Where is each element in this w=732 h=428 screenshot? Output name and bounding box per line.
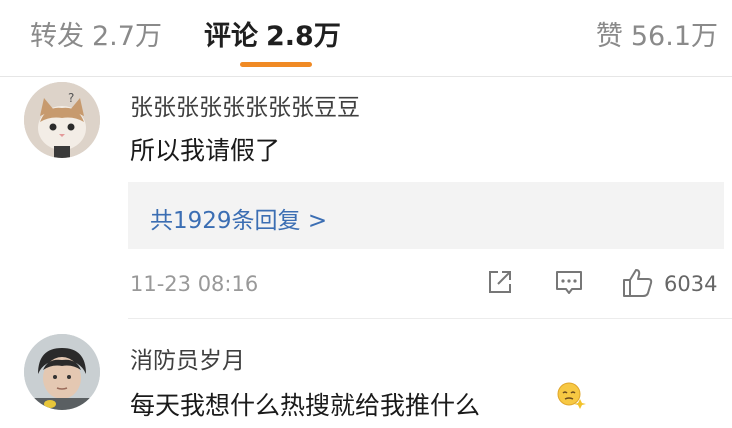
tab-comment-count: 2.8万 (266, 21, 341, 52)
tab-comment[interactable]: 评论 2.8万 (204, 14, 341, 53)
active-tab-indicator (240, 62, 312, 67)
tab-repost[interactable]: 转发 2.7万 (30, 14, 162, 53)
thumbs-up-icon[interactable] (621, 267, 655, 303)
tab-repost-label: 转发 (30, 21, 84, 52)
comment-username[interactable]: 张张张张张张张张豆豆 (130, 88, 360, 122)
tab-comment-label: 评论 (204, 21, 258, 52)
comment-text: 所以我请假了 (130, 136, 281, 165)
person-avatar[interactable] (24, 334, 100, 410)
comment-text: 每天我想什么热搜就给我推什么 (130, 391, 481, 420)
tab-like-count: 56.1万 (630, 21, 718, 52)
tab-repost-count: 2.7万 (92, 21, 162, 52)
sleepy-face-emoji (556, 381, 586, 415)
cat-avatar[interactable]: ? (24, 82, 100, 158)
replies-box[interactable]: 共1929条回复 > (128, 182, 724, 249)
share-icon[interactable] (485, 267, 515, 301)
tab-like[interactable]: 赞 56.1万 (596, 14, 718, 53)
tab-divider (0, 76, 732, 77)
replies-link[interactable]: 共1929条回复 > (150, 201, 327, 235)
comment-reply-icon[interactable] (554, 267, 584, 301)
tab-bar: 转发 2.7万 评论 2.8万 赞 56.1万 (0, 0, 732, 76)
comment-username[interactable]: 消防员岁月 (130, 341, 245, 375)
comment-divider (128, 318, 732, 319)
svg-text:?: ? (68, 91, 74, 105)
tab-like-label: 赞 (595, 21, 623, 52)
like-count: 6034 (664, 272, 718, 296)
comment-timestamp: 11-23 08:16 (130, 272, 259, 296)
